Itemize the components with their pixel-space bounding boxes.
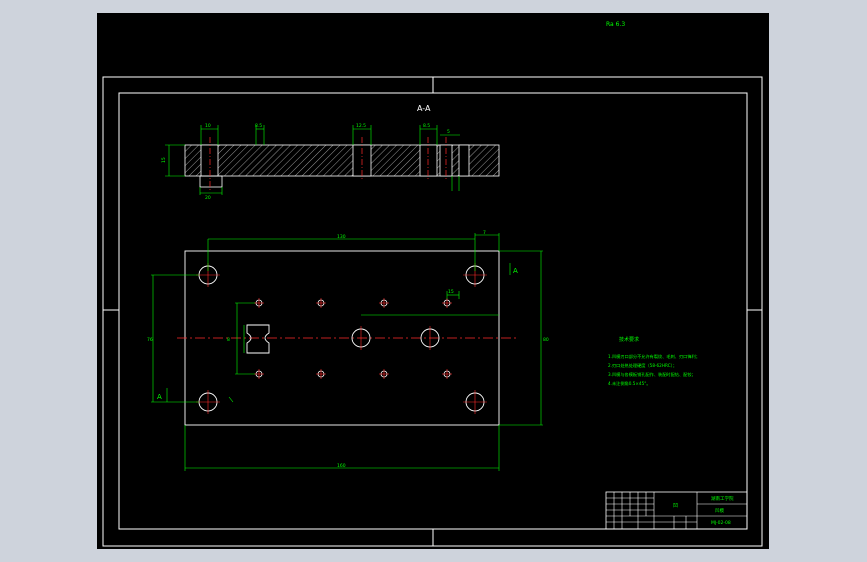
school-name: 湖南工学院 [711,495,734,502]
section-hole-4 [458,144,470,177]
section-hole-1 [200,144,219,177]
dim-right-bore: 8.5 [423,123,430,129]
dim-inner-width: 76 [147,337,153,343]
top-view: 130 7 160 80 76 8 15 A A [147,230,549,471]
dim-overall-width: 80 [543,337,549,343]
dim-left-step: 10 [205,123,211,129]
roughness-note: Ra 6.3 [606,21,625,28]
pin-centermarks [254,298,452,379]
drawing-sheet: Ra 6.3 A-A 10 8.5 12.5 8.5 5 15 20 130 7… [97,13,769,549]
dim-bore-2: 12.5 [356,123,366,129]
hole-centermarks [196,263,487,414]
part-label: 凹模 [715,507,724,514]
notes-line-2: 2.刃口处热处理硬度（58-62HRC）； [608,362,677,369]
notes-line-4: 4.未注倒角0.5×45°。 [608,380,651,387]
dim-bottom: 20 [205,195,211,201]
dim-overall-length: 160 [337,463,346,469]
notes-line-3: 3.凹模与各模板销孔配作、装配时配钻、配铰； [608,371,696,378]
corner-holes [198,265,485,412]
drawing-number: MJ-02-08 [711,520,731,526]
dim-height: 15 [161,157,167,163]
section-hole-3 [419,144,438,177]
notes-line-1: 1.凹模刃口部分不允许有裂纹、毛刺、刃口锋利； [608,353,700,360]
dim-row-spacing: 8 [227,337,230,343]
section-marker-bottom: A [157,393,162,401]
title-block: 凹 湖南工学院 凹模 MJ-02-08 [605,491,748,530]
section-view: 10 8.5 12.5 8.5 5 15 20 [161,123,500,201]
section-marker-top: A [513,267,518,275]
drawing-viewer: Ra 6.3 A-A 10 8.5 12.5 8.5 5 15 20 130 7… [0,0,867,562]
section-counterbore [199,175,223,188]
part-name: 凹 [673,503,678,509]
dim-hole-offset: 7 [483,230,486,236]
dim-hole-pitch: 130 [337,234,346,240]
top-dimensions [151,233,543,471]
technical-notes: 技术要求 1.凹模刃口部分不允许有裂纹、毛刺、刃口锋利； 2.刃口处热处理硬度（… [608,336,700,387]
dim-small-pitch: 15 [448,289,454,295]
dim-bore-1: 8.5 [255,123,262,129]
dim-slot: 5 [447,129,450,135]
die-cavity [246,324,270,354]
notes-title: 技术要求 [619,336,639,343]
cad-drawing: Ra 6.3 A-A 10 8.5 12.5 8.5 5 15 20 130 7… [102,21,763,547]
section-title: A-A [417,104,431,113]
